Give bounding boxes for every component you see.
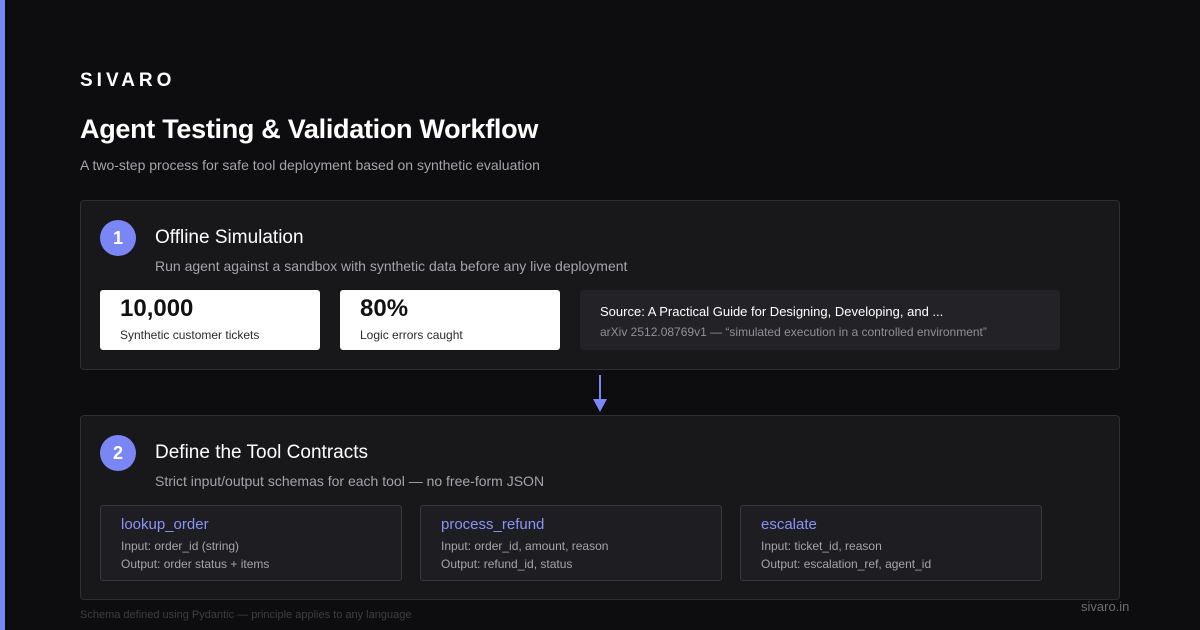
site-url: sivaro.in xyxy=(1081,599,1130,614)
tool-input: Input: ticket_id, reason xyxy=(761,539,882,553)
tool-name: process_refund xyxy=(441,516,545,533)
source-citation: arXiv 2512.08769v1 — “simulated executio… xyxy=(600,325,987,339)
step-1-subtitle: Run agent against a sandbox with synthet… xyxy=(155,258,628,274)
step-2-number-badge: 2 xyxy=(100,435,136,471)
step-1-number-badge: 1 xyxy=(100,220,136,256)
stat-value: 10,000 xyxy=(120,295,194,322)
arrow-down-icon xyxy=(593,375,607,412)
tool-card-lookup-order: lookup_order Input: order_id (string) Ou… xyxy=(100,505,402,581)
left-accent-bar xyxy=(0,0,5,630)
step-2-card: 2 Define the Tool Contracts Strict input… xyxy=(80,415,1120,600)
step-1-card: 1 Offline Simulation Run agent against a… xyxy=(80,200,1120,370)
tool-output: Output: refund_id, status xyxy=(441,557,573,571)
tool-name: lookup_order xyxy=(121,516,209,533)
page-subtitle: A two-step process for safe tool deploym… xyxy=(80,157,540,173)
tool-card-process-refund: process_refund Input: order_id, amount, … xyxy=(420,505,722,581)
tool-output: Output: escalation_ref, agent_id xyxy=(761,557,932,571)
tool-name: escalate xyxy=(761,516,817,533)
stat-card-logic-errors: 80% Logic errors caught xyxy=(340,290,560,350)
step-2-title: Define the Tool Contracts xyxy=(155,442,368,463)
stat-label: Synthetic customer tickets xyxy=(120,328,260,342)
step-1-title: Offline Simulation xyxy=(155,227,304,248)
tool-card-escalate: escalate Input: ticket_id, reason Output… xyxy=(740,505,1042,581)
source-citation-box: Source: A Practical Guide for Designing,… xyxy=(580,290,1060,350)
stat-card-tickets: 10,000 Synthetic customer tickets xyxy=(100,290,320,350)
page-title: Agent Testing & Validation Workflow xyxy=(80,114,539,144)
tool-input: Input: order_id (string) xyxy=(121,539,240,553)
step-2-subtitle: Strict input/output schemas for each too… xyxy=(155,473,545,489)
footnote: Schema defined using Pydantic — principl… xyxy=(80,609,412,621)
tool-input: Input: order_id, amount, reason xyxy=(441,539,609,553)
stat-value: 80% xyxy=(360,295,409,322)
tool-output: Output: order status + items xyxy=(121,557,270,571)
stat-label: Logic errors caught xyxy=(360,328,463,342)
source-title: Source: A Practical Guide for Designing,… xyxy=(600,304,944,319)
brand-logo: SIVARO xyxy=(80,70,176,91)
